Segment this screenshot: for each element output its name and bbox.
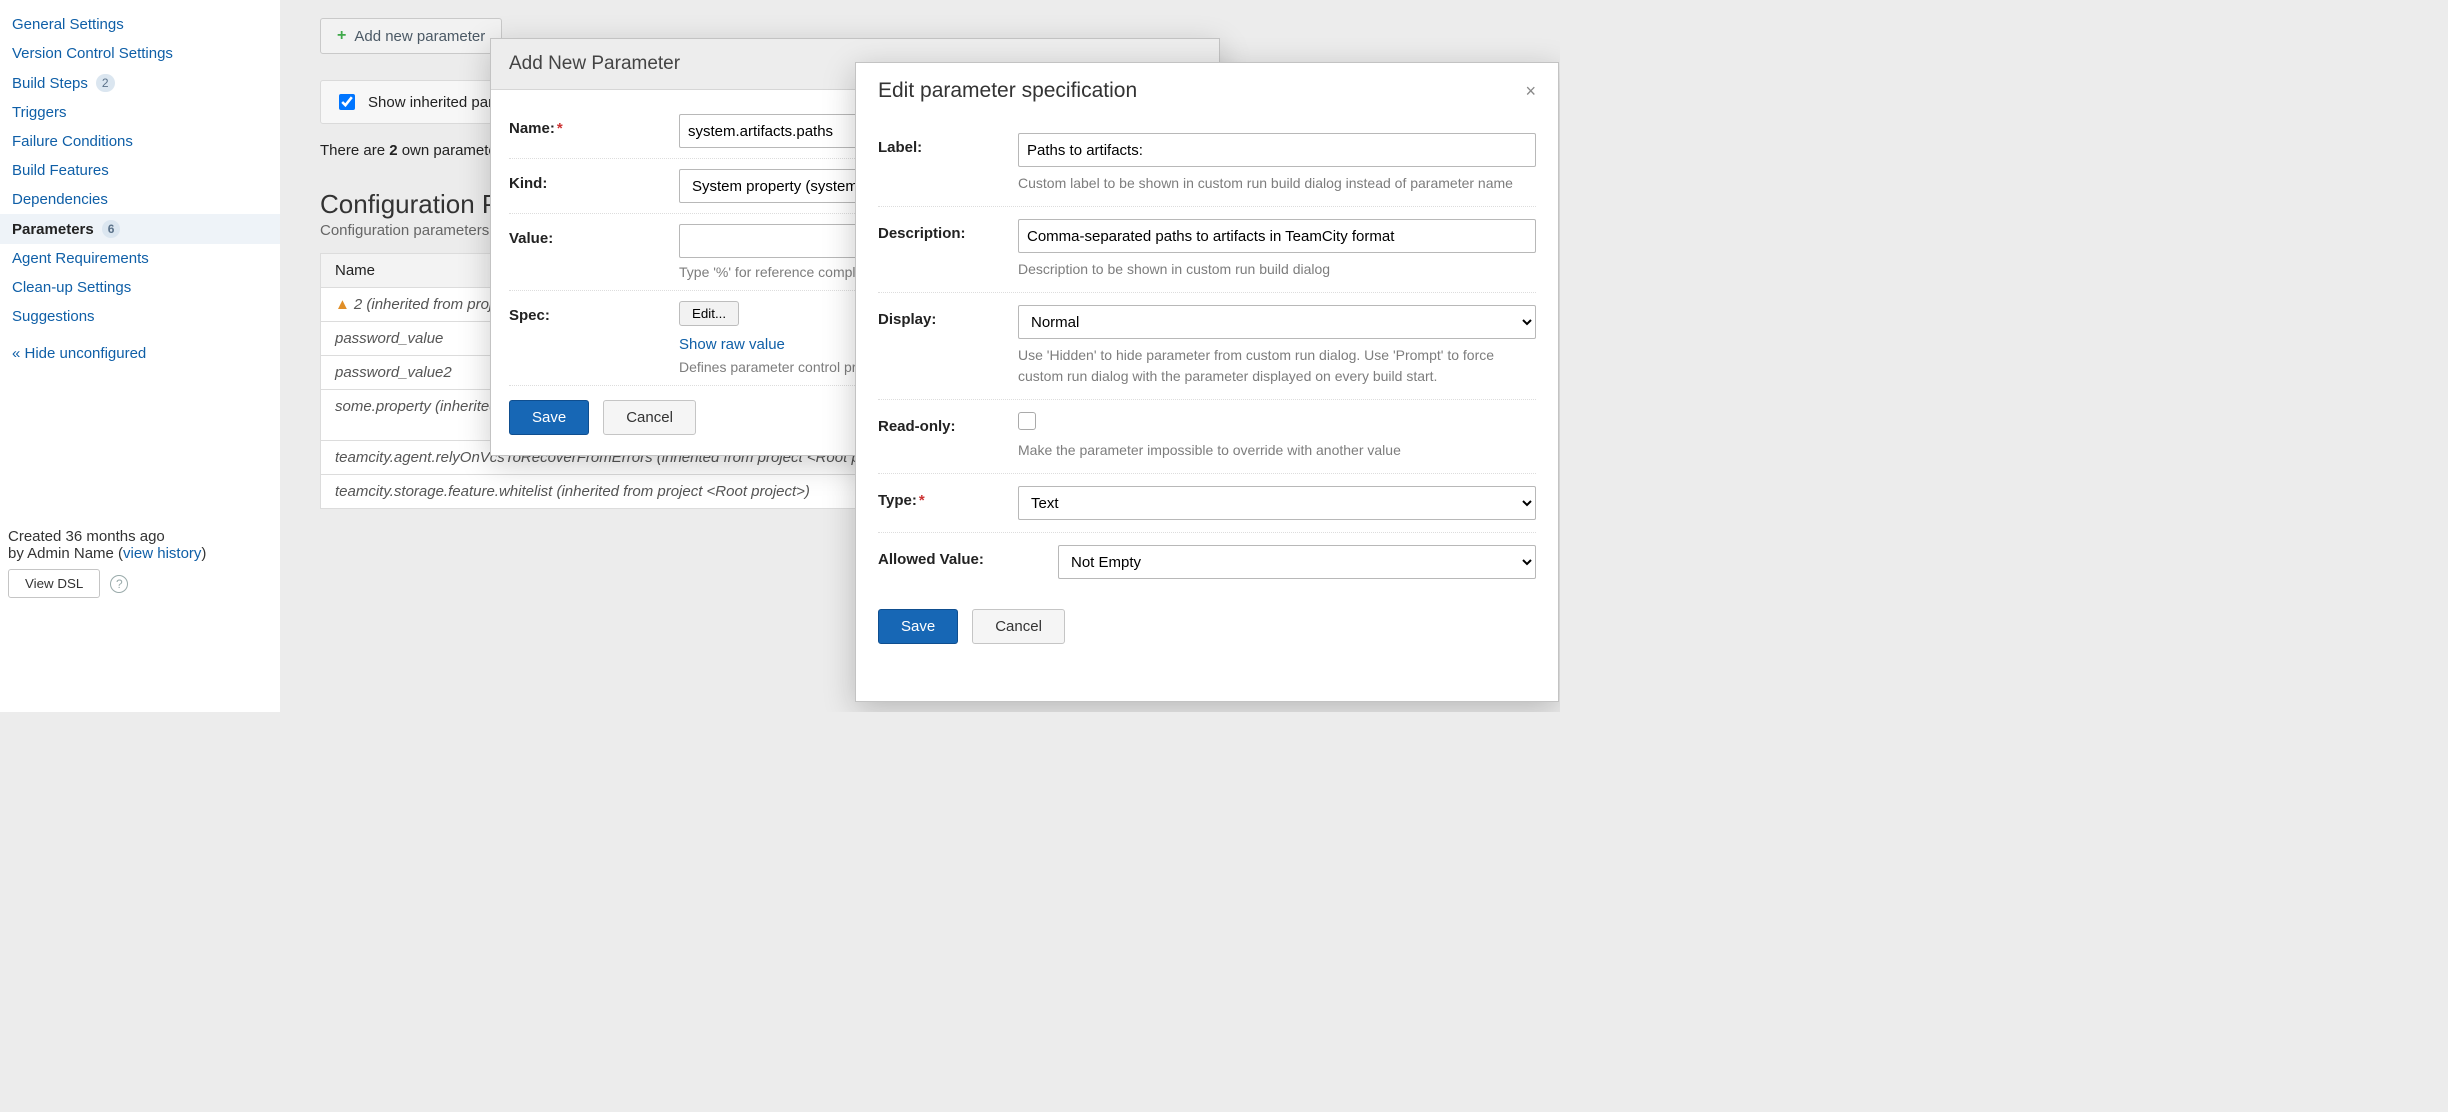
add-save-button[interactable]: Save [509, 400, 589, 435]
value-label: Value: [509, 224, 679, 247]
sidebar-item-parameters[interactable]: Parameters 6 [0, 214, 280, 244]
app-root: General Settings Version Control Setting… [0, 0, 1560, 712]
name-label: Name:* [509, 114, 679, 137]
close-icon[interactable]: × [1525, 81, 1536, 102]
spec-display-label: Display: [878, 305, 1018, 328]
show-inherited-checkbox[interactable] [339, 94, 355, 110]
sidebar-item-vcs[interactable]: Version Control Settings [0, 39, 280, 68]
help-icon[interactable]: ? [110, 575, 128, 593]
badge-build-steps: 2 [96, 74, 115, 92]
spec-edit-button[interactable]: Edit... [679, 301, 739, 326]
sidebar-item-cleanup[interactable]: Clean-up Settings [0, 273, 280, 302]
warning-icon: ▲ [335, 296, 350, 313]
spec-allowed-label: Allowed Value: [878, 545, 1058, 568]
view-dsl-button[interactable]: View DSL [8, 569, 100, 598]
sidebar-item-build-features[interactable]: Build Features [0, 156, 280, 185]
spec-desc-label: Description: [878, 219, 1018, 242]
sidebar: General Settings Version Control Setting… [0, 0, 280, 712]
spec-type-select[interactable]: Text [1018, 486, 1536, 520]
sidebar-item-agent-req[interactable]: Agent Requirements [0, 244, 280, 273]
spec-label-label: Label: [878, 133, 1018, 156]
show-raw-value-link[interactable]: Show raw value [679, 336, 785, 353]
add-cancel-button[interactable]: Cancel [603, 400, 696, 435]
sidebar-item-general[interactable]: General Settings [0, 10, 280, 39]
spec-desc-hint: Description to be shown in custom run bu… [1018, 259, 1536, 280]
kind-label: Kind: [509, 169, 679, 192]
view-history-link[interactable]: view history [123, 545, 201, 562]
dsl-row: View DSL ? [8, 569, 128, 598]
spec-desc-input[interactable] [1018, 219, 1536, 253]
spec-type-label: Type:* [878, 486, 1018, 509]
sidebar-item-dependencies[interactable]: Dependencies [0, 185, 280, 214]
sidebar-item-build-steps[interactable]: Build Steps 2 [0, 68, 280, 98]
sidebar-item-triggers[interactable]: Triggers [0, 98, 280, 127]
spec-readonly-checkbox[interactable] [1018, 412, 1036, 430]
add-parameter-button[interactable]: + Add new parameter [320, 18, 502, 54]
hide-unconfigured-link[interactable]: « Hide unconfigured [12, 345, 268, 362]
sidebar-item-suggestions[interactable]: Suggestions [0, 302, 280, 331]
created-meta: Created 36 months ago by Admin Name (vie… [8, 528, 268, 562]
spec-display-select[interactable]: Normal [1018, 305, 1536, 339]
spec-modal-title: Edit parameter specification [878, 79, 1137, 103]
badge-parameters: 6 [102, 220, 121, 238]
spec-readonly-label: Read-only: [878, 412, 1018, 435]
spec-label: Spec: [509, 301, 679, 324]
sidebar-item-failure[interactable]: Failure Conditions [0, 127, 280, 156]
spec-display-hint: Use 'Hidden' to hide parameter from cust… [1018, 345, 1536, 387]
spec-allowed-select[interactable]: Not Empty [1058, 545, 1536, 579]
spec-label-hint: Custom label to be shown in custom run b… [1018, 173, 1536, 194]
edit-spec-modal: Edit parameter specification × Label: Cu… [855, 62, 1559, 702]
spec-readonly-hint: Make the parameter impossible to overrid… [1018, 440, 1536, 461]
spec-label-input[interactable] [1018, 133, 1536, 167]
spec-save-button[interactable]: Save [878, 609, 958, 644]
plus-icon: + [337, 27, 346, 45]
spec-cancel-button[interactable]: Cancel [972, 609, 1065, 644]
